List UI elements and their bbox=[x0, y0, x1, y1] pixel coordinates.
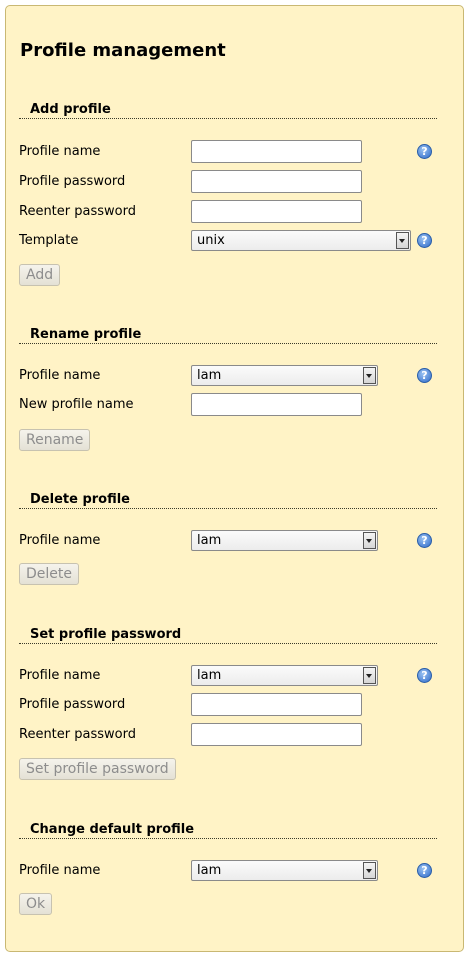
delete-profile-select-value: lam bbox=[197, 533, 222, 548]
template-select-value: unix bbox=[197, 233, 225, 248]
add-profile-password-input[interactable] bbox=[191, 170, 362, 193]
set-profile-password-button[interactable]: Set profile password bbox=[19, 758, 176, 780]
profile-name-label: Profile name bbox=[19, 668, 101, 683]
add-profile-name-input[interactable] bbox=[191, 140, 362, 163]
profile-management-panel: Profile management Add profile Profile n… bbox=[5, 5, 464, 952]
rename-profile-select-value: lam bbox=[197, 368, 222, 383]
section-title: Set profile password bbox=[30, 627, 182, 642]
new-profile-name-row: New profile name bbox=[19, 393, 437, 417]
setpass-profile-name-row: Profile name lam ? bbox=[19, 665, 437, 689]
add-button[interactable]: Add bbox=[19, 264, 61, 286]
setpass-reenter-input[interactable] bbox=[191, 723, 362, 746]
template-select[interactable]: unix bbox=[191, 230, 411, 251]
default-profile-select[interactable]: lam bbox=[191, 860, 378, 881]
setpass-profile-select[interactable]: lam bbox=[191, 665, 378, 686]
add-profile-template-row: Template unix ? bbox=[19, 230, 437, 254]
section-title: Rename profile bbox=[30, 327, 142, 342]
chevron-down-icon[interactable] bbox=[363, 667, 376, 684]
default-profile-name-row: Profile name lam ? bbox=[19, 860, 437, 884]
reenter-password-label: Reenter password bbox=[19, 204, 136, 219]
help-icon[interactable]: ? bbox=[417, 233, 432, 248]
new-profile-name-label: New profile name bbox=[19, 397, 134, 412]
add-profile-reenter-row: Reenter password bbox=[19, 200, 437, 224]
profile-name-label: Profile name bbox=[19, 533, 101, 548]
rename-profile-select[interactable]: lam bbox=[191, 365, 378, 386]
delete-profile-name-row: Profile name lam ? bbox=[19, 530, 437, 554]
chevron-down-icon[interactable] bbox=[363, 532, 376, 549]
section-header: Add profile bbox=[19, 102, 437, 119]
profile-name-label: Profile name bbox=[19, 144, 101, 159]
template-label: Template bbox=[19, 233, 79, 248]
chevron-down-icon[interactable] bbox=[363, 862, 376, 879]
profile-password-label: Profile password bbox=[19, 174, 126, 189]
help-icon[interactable]: ? bbox=[417, 668, 432, 683]
profile-name-label: Profile name bbox=[19, 368, 101, 383]
section-header: Rename profile bbox=[19, 327, 437, 344]
delete-profile-select[interactable]: lam bbox=[191, 530, 378, 551]
help-icon[interactable]: ? bbox=[417, 533, 432, 548]
rename-profile-name-row: Profile name lam ? bbox=[19, 365, 437, 389]
help-icon[interactable]: ? bbox=[417, 863, 432, 878]
add-profile-password-row: Profile password bbox=[19, 170, 437, 194]
chevron-down-icon[interactable] bbox=[396, 232, 409, 249]
delete-button[interactable]: Delete bbox=[19, 563, 79, 585]
add-profile-name-row: Profile name ? bbox=[19, 140, 437, 164]
section-title: Change default profile bbox=[30, 822, 195, 837]
add-profile-reenter-input[interactable] bbox=[191, 200, 362, 223]
help-icon[interactable]: ? bbox=[417, 144, 432, 159]
default-profile-select-value: lam bbox=[197, 863, 222, 878]
setpass-password-row: Profile password bbox=[19, 693, 437, 717]
rename-button[interactable]: Rename bbox=[19, 429, 91, 451]
help-icon[interactable]: ? bbox=[417, 368, 432, 383]
section-header: Change default profile bbox=[19, 822, 437, 839]
reenter-password-label: Reenter password bbox=[19, 727, 136, 742]
setpass-profile-select-value: lam bbox=[197, 668, 222, 683]
page-title: Profile management bbox=[20, 40, 226, 61]
setpass-password-input[interactable] bbox=[191, 693, 362, 716]
ok-button[interactable]: Ok bbox=[19, 893, 53, 915]
section-header: Set profile password bbox=[19, 627, 437, 644]
section-title: Delete profile bbox=[30, 492, 130, 507]
section-header: Delete profile bbox=[19, 492, 437, 509]
setpass-reenter-row: Reenter password bbox=[19, 723, 437, 747]
new-profile-name-input[interactable] bbox=[191, 393, 362, 416]
section-title: Add profile bbox=[30, 102, 111, 117]
chevron-down-icon[interactable] bbox=[363, 367, 376, 384]
profile-password-label: Profile password bbox=[19, 697, 126, 712]
profile-name-label: Profile name bbox=[19, 863, 101, 878]
